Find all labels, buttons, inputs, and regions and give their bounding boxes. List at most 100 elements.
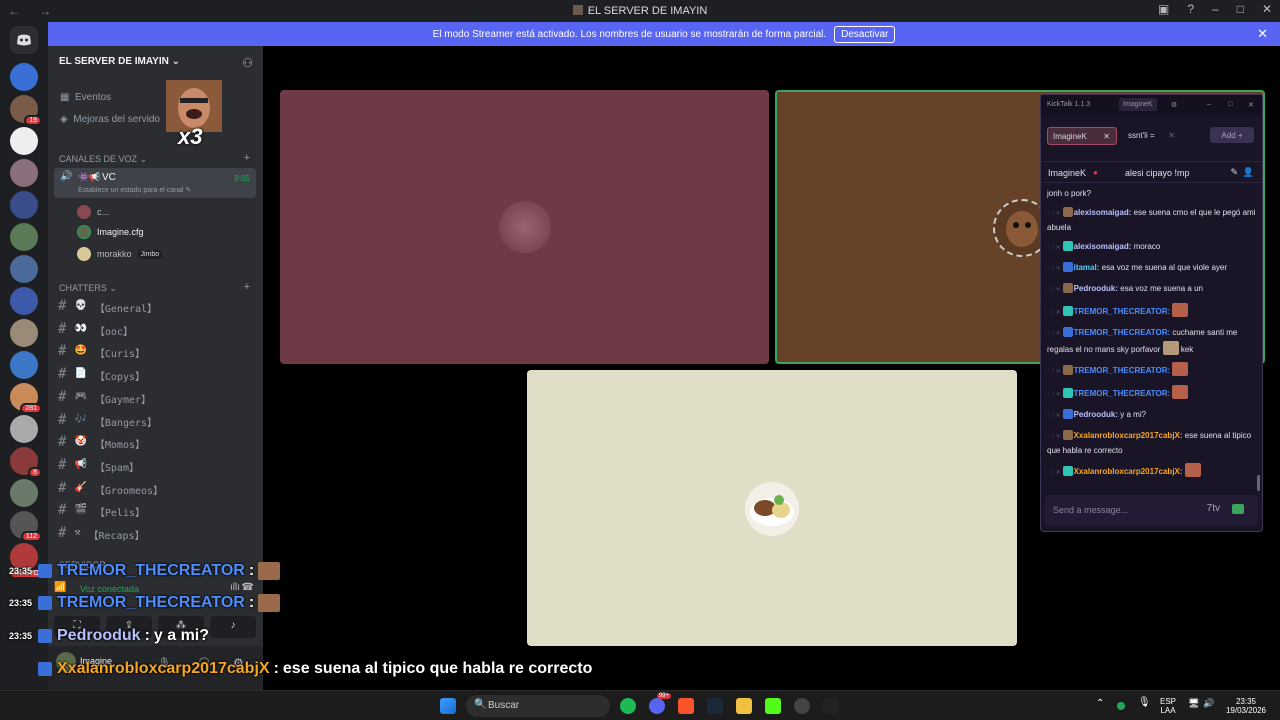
voice-user-2[interactable]: Imagine.cfg <box>77 225 144 239</box>
chatters-category[interactable]: CHATTERS ⌄ <box>59 283 117 294</box>
server-icon-13[interactable] <box>10 479 38 507</box>
server-icon-9[interactable] <box>10 351 38 379</box>
voice-user-3[interactable]: morakko Jimbo <box>77 247 163 261</box>
text-channel-8[interactable]: # 🎸 【Groomeos】 <box>58 481 163 497</box>
volume-icon[interactable]: 🔊 <box>1203 699 1214 708</box>
chat-username[interactable]: TREMOR_THECREATOR: <box>1074 307 1171 316</box>
scrollbar[interactable] <box>1257 475 1260 491</box>
minimize-icon[interactable]: – <box>1207 101 1211 108</box>
settings-icon[interactable]: ⚙ <box>1171 101 1177 109</box>
voice-channel-vc[interactable]: 🔊 👾📢 VC Establece un estado para el cana… <box>54 168 256 198</box>
message-actions-icon[interactable]: ◌ ⁞ ✕ <box>1047 307 1061 320</box>
chat-username[interactable]: alexisomaigad: <box>1074 242 1132 251</box>
disconnect-icon[interactable]: ☎ <box>242 582 254 593</box>
text-channel-7[interactable]: # 📢 【Spam】 <box>58 458 139 474</box>
tray-mic-icon[interactable]: 🎙 <box>1138 698 1151 708</box>
close-icon[interactable]: ✕ <box>1248 101 1254 109</box>
kicktalk-account[interactable]: ImagineK <box>1119 98 1157 111</box>
text-channel-2[interactable]: # 🤩 【Curis】 <box>58 344 145 360</box>
server-icon-11[interactable] <box>10 415 38 443</box>
chat-username[interactable]: TREMOR_THECREATOR: <box>1074 328 1171 337</box>
participant-tile-3[interactable] <box>527 370 1017 646</box>
voice-user-1[interactable]: c... <box>77 205 109 219</box>
text-channel-4[interactable]: # 🎮 【Gaymer】 <box>58 390 151 406</box>
add-channel-button[interactable]: Add + <box>1210 127 1254 143</box>
steam-icon[interactable] <box>707 698 723 714</box>
server-icon-eno[interactable] <box>10 127 38 155</box>
message-actions-icon[interactable]: ◌ ⁞ ✕ <box>1047 284 1061 297</box>
text-channel-3[interactable]: # 📄 【Copys】 <box>58 367 145 383</box>
close-banner-icon[interactable]: ✕ <box>1257 26 1268 42</box>
server-icon-1[interactable] <box>10 63 38 91</box>
message-input[interactable]: Send a message... 7tv <box>1045 495 1258 525</box>
close-tab-icon[interactable]: ✕ <box>1168 131 1175 140</box>
chat-username[interactable]: Xxalanrobloxcarp2017cabjX: <box>1074 467 1183 476</box>
windows-start-icon[interactable] <box>440 698 456 714</box>
inbox-icon[interactable]: ▣ <box>1158 2 1169 16</box>
invite-icon[interactable]: ⚇ <box>242 56 253 70</box>
maximize-icon[interactable]: □ <box>1237 2 1244 16</box>
message-actions-icon[interactable]: ◌ ⁞ ✕ <box>1047 328 1061 341</box>
message-actions-icon[interactable]: ◌ ⁞ ✕ <box>1047 410 1061 423</box>
maximize-icon[interactable]: □ <box>1228 101 1232 108</box>
tab-2[interactable]: ssnt'li = ✕ <box>1123 127 1179 145</box>
server-icon-6[interactable] <box>10 255 38 283</box>
obs-icon[interactable] <box>794 698 810 714</box>
discord-icon[interactable]: 99+ <box>649 693 671 714</box>
file-explorer-icon[interactable] <box>736 698 752 714</box>
server-icon-7[interactable] <box>10 287 38 315</box>
minimize-icon[interactable]: – <box>1212 2 1219 16</box>
chat-username[interactable]: TREMOR_THECREATOR: <box>1074 389 1171 398</box>
message-actions-icon[interactable]: ◌ ⁞ ✕ <box>1047 263 1061 276</box>
message-actions-icon[interactable]: ◌ ⁞ ✕ <box>1047 242 1061 255</box>
server-name[interactable]: EL SERVER DE IMAYIN ⌄ <box>59 56 180 67</box>
discord-home-icon[interactable] <box>10 26 38 54</box>
voice-channel-status[interactable]: Establece un estado para el canal ✎ <box>78 186 191 194</box>
participant-tile-1[interactable] <box>280 90 769 364</box>
text-channel-1[interactable]: # 👀 【ooc】 <box>58 322 133 338</box>
emote-picker-icon[interactable]: 7tv <box>1207 503 1220 514</box>
server-icon-4[interactable] <box>10 191 38 219</box>
language-indicator[interactable]: ESP LAA <box>1160 697 1176 715</box>
server-icon-12[interactable]: 8 <box>10 447 42 478</box>
close-icon[interactable]: ✕ <box>1262 2 1272 16</box>
message-actions-icon[interactable]: ◌ ⁞ ✕ <box>1047 389 1061 402</box>
add-voice-channel-icon[interactable]: + <box>244 152 250 164</box>
clock[interactable]: 23:35 19/03/2026 <box>1222 697 1270 715</box>
chat-username[interactable]: Pedrooduk: <box>1074 410 1118 419</box>
noise-suppression-icon[interactable]: ıllı <box>230 582 240 593</box>
spotify-icon[interactable] <box>620 698 636 714</box>
text-channel-10[interactable]: # ⚒ 【Recaps】 <box>58 526 145 542</box>
text-channel-6[interactable]: # 🤡 【Momos】 <box>58 435 145 451</box>
message-actions-icon[interactable]: ◌ ⁞ ✕ <box>1047 467 1061 480</box>
text-channel-9[interactable]: # 🎬 【Pelis】 <box>58 503 145 519</box>
add-text-channel-icon[interactable]: + <box>244 281 250 293</box>
tab-imaginek[interactable]: ImagineK ✕ <box>1047 127 1117 145</box>
server-icon-3[interactable] <box>10 159 38 187</box>
help-icon[interactable]: ? <box>1187 2 1194 16</box>
events-item[interactable]: ▦ Eventos <box>60 92 111 103</box>
message-actions-icon[interactable]: ◌ ⁞ ✕ <box>1047 366 1061 379</box>
boosts-item[interactable]: ◈ Mejoras del servido <box>60 114 160 125</box>
kick-emote-icon[interactable] <box>1232 504 1244 514</box>
deactivate-button[interactable]: Desactivar <box>834 25 896 43</box>
message-actions-icon[interactable]: ◌ ⁞ ✕ <box>1047 431 1061 444</box>
text-channel-5[interactable]: # 🎶 【Bangers】 <box>58 413 157 429</box>
close-tab-icon[interactable]: ✕ <box>1103 132 1110 141</box>
server-icon-8[interactable] <box>10 319 38 347</box>
brave-icon[interactable] <box>678 698 694 714</box>
tray-chevron-icon[interactable]: ⌃ <box>1096 699 1104 709</box>
server-icon-10[interactable]: 281 <box>10 383 42 414</box>
message-actions-icon[interactable]: ◌ ⁞ ✕ <box>1047 208 1061 221</box>
chat-username[interactable]: itamal: <box>1074 263 1100 272</box>
taskbar-search[interactable]: 🔍 Buscar <box>466 695 610 717</box>
user-icon[interactable]: 👤 <box>1243 167 1254 178</box>
server-icon-2[interactable]: 19 <box>10 95 42 126</box>
chat-username[interactable]: alexisomaigad: <box>1074 208 1132 217</box>
voice-category[interactable]: Canales de voz ⌄ <box>59 154 147 165</box>
chat-username[interactable]: Pedrooduk: <box>1074 284 1118 293</box>
text-channel-0[interactable]: # 💀 【General】 <box>58 299 157 315</box>
epic-games-icon[interactable] <box>823 698 839 714</box>
chat-username[interactable]: TREMOR_THECREATOR: <box>1074 366 1171 375</box>
chat-username[interactable]: Xxalanrobloxcarp2017cabjX: <box>1074 431 1183 440</box>
